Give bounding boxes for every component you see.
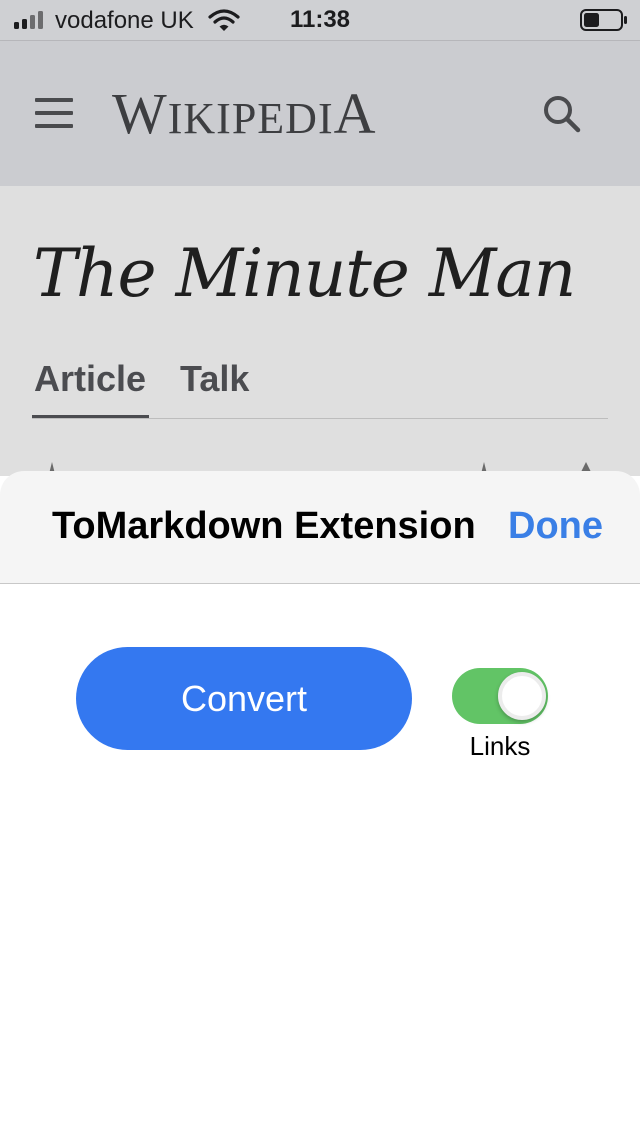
extension-title: ToMarkdown Extension — [52, 505, 476, 547]
done-button[interactable]: Done — [508, 503, 603, 549]
wikipedia-header: WIKIPEDIA — [0, 41, 640, 186]
wikipedia-wordmark[interactable]: WIKIPEDIA — [112, 82, 377, 151]
hamburger-icon[interactable] — [35, 98, 73, 130]
convert-button[interactable]: Convert — [76, 647, 412, 750]
battery-icon — [580, 9, 627, 31]
tab-talk[interactable]: Talk — [180, 356, 249, 402]
page-title: The Minute Man — [33, 235, 576, 312]
tab-divider — [32, 418, 608, 419]
status-bar: vodafone UK 11:38 — [0, 0, 640, 41]
search-icon[interactable] — [540, 92, 584, 136]
links-toggle-label: Links — [469, 731, 531, 761]
status-time: 11:38 — [289, 6, 351, 33]
links-toggle[interactable] — [452, 668, 548, 724]
toggle-knob — [498, 672, 546, 720]
tab-article[interactable]: Article — [34, 356, 146, 402]
